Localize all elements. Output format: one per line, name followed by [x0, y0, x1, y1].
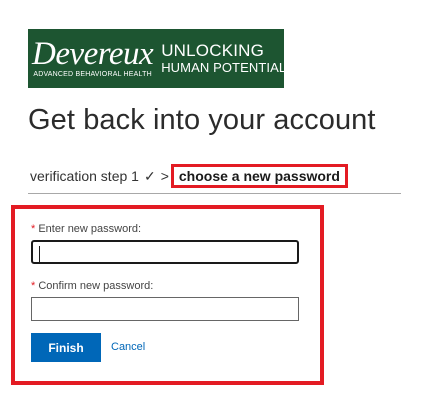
step-current-label: choose a new password: [170, 164, 348, 188]
confirm-password-label: * Confirm new password:: [31, 280, 153, 292]
logo-wordmark: Devereux ADVANCED BEHAVIORAL HEALTH: [28, 29, 154, 88]
page-title: Get back into your account: [28, 104, 376, 136]
logo-tagline-line2: HUMAN POTENTIAL™: [161, 60, 284, 75]
password-form: * Enter new password: * Confirm new pass…: [11, 205, 324, 385]
devereux-logo: Devereux ADVANCED BEHAVIORAL HEALTH UNLO…: [28, 29, 284, 88]
logo-brand-name: Devereux: [32, 35, 154, 72]
confirm-password-label-text: Confirm new password:: [38, 280, 154, 292]
logo-tagline-line1: UNLOCKING: [161, 41, 265, 60]
required-marker: *: [31, 280, 36, 292]
confirm-password-input[interactable]: [31, 297, 299, 321]
new-password-label-text: Enter new password:: [38, 223, 142, 235]
new-password-input[interactable]: [31, 240, 299, 264]
step-previous-label: verification step 1: [30, 168, 139, 184]
check-icon: ✓: [143, 167, 156, 184]
chevron-right-icon: >: [160, 168, 169, 184]
logo-tagline: UNLOCKING HUMAN POTENTIAL™: [161, 41, 284, 76]
cancel-link[interactable]: Cancel: [111, 341, 145, 353]
text-caret: [39, 246, 40, 262]
step-breadcrumb: verification step 1 ✓ > choose a new pas…: [30, 164, 348, 188]
logo-subtitle: ADVANCED BEHAVIORAL HEALTH: [33, 70, 152, 78]
new-password-label: * Enter new password:: [31, 223, 141, 235]
required-marker: *: [31, 223, 36, 235]
finish-button[interactable]: Finish: [31, 333, 101, 362]
steps-divider: [28, 193, 401, 194]
